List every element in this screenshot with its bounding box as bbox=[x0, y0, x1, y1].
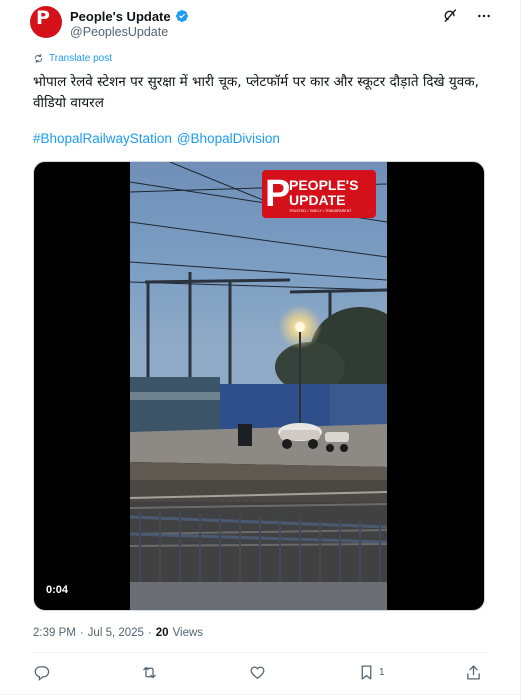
action-bar: 1 bbox=[33, 664, 483, 686]
author-handle[interactable]: @PeoplesUpdate bbox=[70, 25, 168, 39]
verified-badge-icon bbox=[175, 10, 188, 22]
video-scene: P PEOPLE'S UPDATE TRUSTED • TIMELY • TRA… bbox=[130, 162, 387, 610]
video-duration: 0:04 bbox=[46, 584, 69, 596]
reply-icon bbox=[34, 666, 50, 681]
views-label: Views bbox=[172, 627, 204, 639]
more-icon[interactable] bbox=[476, 8, 492, 24]
header-actions bbox=[442, 8, 492, 24]
tweet-hashtags: #BhopalRailwayStation @BhopalDivision bbox=[33, 131, 280, 146]
translate-label: Translate post bbox=[49, 53, 112, 64]
share-button[interactable] bbox=[465, 664, 482, 681]
like-button[interactable] bbox=[249, 664, 270, 681]
tweet-date[interactable]: Jul 5, 2025 bbox=[88, 627, 144, 639]
svg-text:P: P bbox=[265, 173, 290, 215]
divider bbox=[0, 694, 521, 695]
divider bbox=[33, 652, 488, 653]
logo-line1: PEOPLE'S bbox=[289, 177, 358, 193]
meta-separator: · bbox=[79, 627, 84, 639]
hashtag-link[interactable]: #BhopalRailwayStation bbox=[33, 131, 172, 146]
heart-icon bbox=[250, 666, 265, 679]
avatar-logo: P bbox=[36, 7, 50, 29]
bookmark-count: 1 bbox=[379, 667, 385, 678]
reply-button[interactable] bbox=[33, 664, 54, 681]
video-player[interactable]: P PEOPLE'S UPDATE TRUSTED • TIMELY • TRA… bbox=[33, 161, 485, 611]
video-frame[interactable]: P PEOPLE'S UPDATE TRUSTED • TIMELY • TRA… bbox=[130, 162, 387, 610]
retweet-icon bbox=[143, 666, 156, 679]
logo-line2: UPDATE bbox=[289, 192, 346, 208]
author-name-row: People's Update bbox=[70, 8, 189, 24]
tweet-meta: 2:39 PM · Jul 5, 2025 · 20 Views bbox=[33, 627, 203, 639]
grok-icon[interactable] bbox=[442, 8, 458, 24]
tweet-text: भोपाल रेलवे स्टेशन पर सुरक्षा में भारी च… bbox=[33, 74, 479, 111]
tweet-time[interactable]: 2:39 PM bbox=[33, 627, 76, 639]
bookmark-icon bbox=[361, 665, 372, 680]
translate-icon bbox=[34, 53, 43, 64]
share-icon bbox=[467, 665, 480, 680]
views-count: 20 bbox=[155, 627, 169, 639]
avatar[interactable]: P bbox=[30, 6, 62, 38]
translate-post-link[interactable]: Translate post bbox=[33, 53, 112, 64]
author-display-name[interactable]: People's Update bbox=[70, 9, 171, 24]
mention-link[interactable]: @BhopalDivision bbox=[177, 131, 280, 146]
retweet-button[interactable] bbox=[141, 664, 162, 681]
logo-tagline: TRUSTED • TIMELY • TRANSPARENT bbox=[289, 209, 352, 213]
tweet-detail: P People's Update @PeoplesUpdate Transla… bbox=[0, 0, 521, 700]
meta-separator: · bbox=[147, 627, 152, 639]
bookmark-button[interactable]: 1 bbox=[358, 664, 385, 681]
